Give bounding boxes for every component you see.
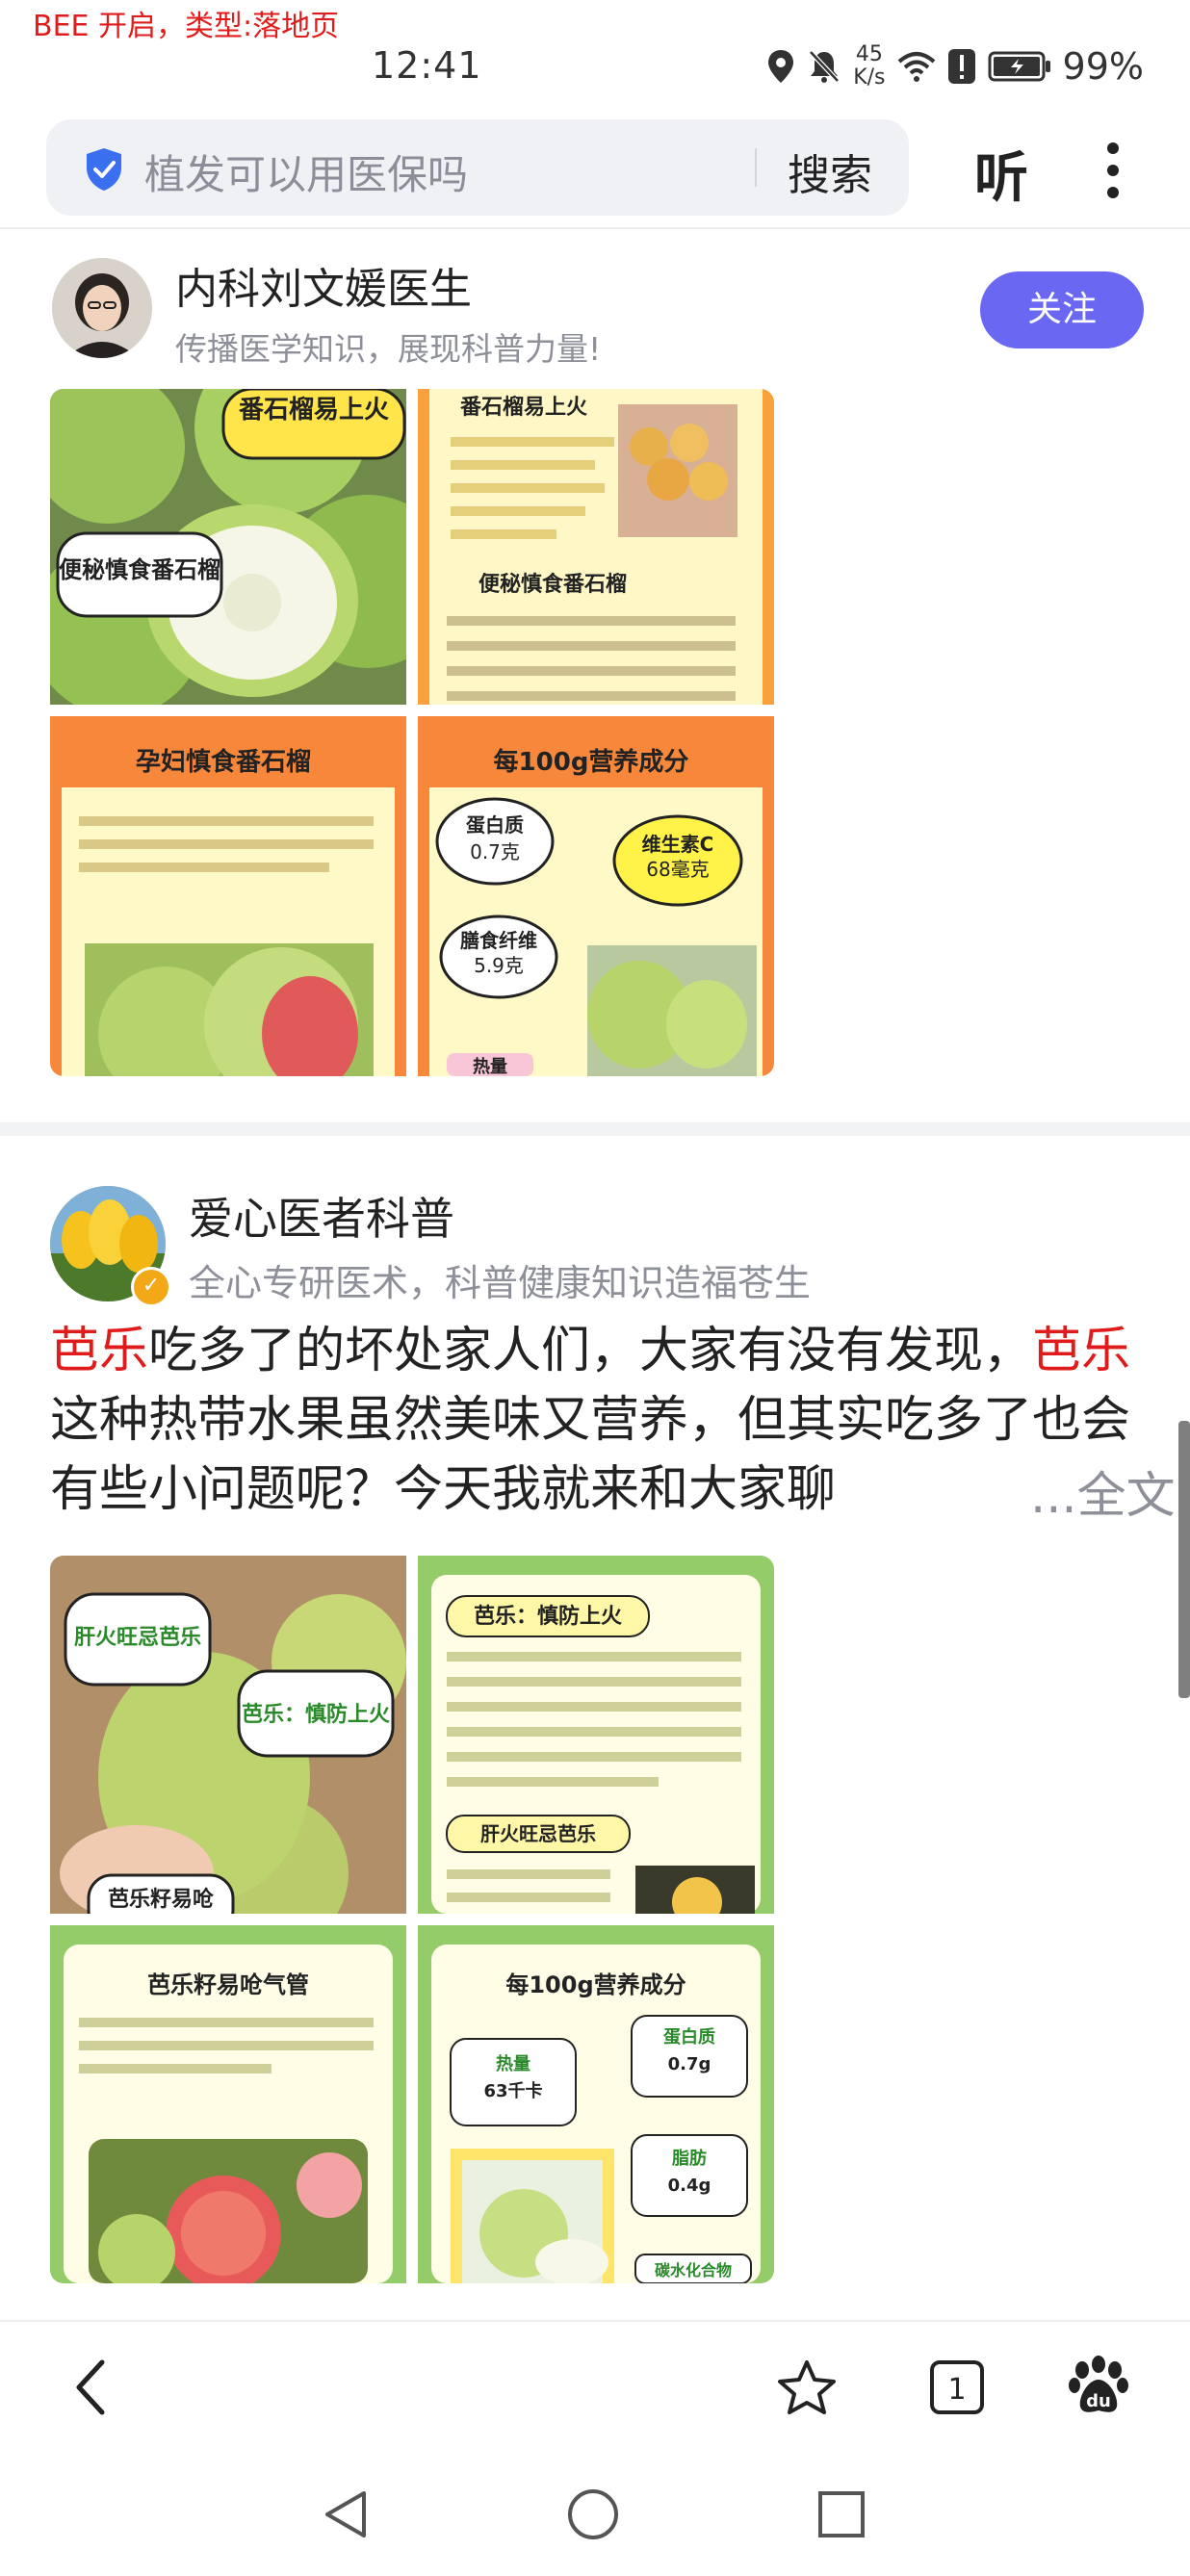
location-icon <box>768 50 794 83</box>
nutrient-value: 0.4g <box>668 2176 711 2196</box>
svg-text:1: 1 <box>947 2373 966 2407</box>
divider <box>0 1122 1190 1136</box>
more-vertical-icon[interactable] <box>1105 141 1121 200</box>
post-image[interactable]: 番石榴易上火 便秘慎食番石榴 <box>418 389 774 705</box>
nutrient-label: 热量 <box>473 1056 507 1076</box>
author-name[interactable]: 爱心医者科普 <box>189 1184 454 1248</box>
nutrient-label: 维生素C <box>642 833 714 856</box>
nutrient-label: 蛋白质 <box>663 2026 715 2048</box>
keyword[interactable]: 芭乐 <box>1032 1323 1130 1379</box>
svg-text:du: du <box>1086 2391 1111 2411</box>
post-image[interactable]: 每100g营养成分 热量 63千卡 蛋白质 0.7g 脂肪 0.4g 碳水化合物 <box>418 1925 774 2283</box>
card-title: 芭乐：慎防上火 <box>474 1605 622 1629</box>
debug-label: BEE 开启，类型:落地页 <box>33 10 340 43</box>
post-image[interactable]: 每100g营养成分 蛋白质 0.7克 维生素C 68毫克 膳食纤维 5.9克 热… <box>418 716 774 1076</box>
back-arrow-icon[interactable] <box>71 2358 110 2416</box>
network-speed: 45 K/s <box>853 42 886 90</box>
nutrient-label: 脂肪 <box>672 2148 707 2169</box>
nutrient-value: 0.7g <box>668 2054 711 2074</box>
card-title: 每100g营养成分 <box>505 1971 686 1998</box>
divider <box>755 148 757 187</box>
card-title: 孕妇慎食番石榴 <box>136 747 311 777</box>
image-tag: 芭乐籽易呛 <box>108 1887 214 1912</box>
nutrient-value: 63千卡 <box>483 2080 542 2101</box>
listen-button[interactable]: 听 <box>974 135 1028 213</box>
image-tag: 番石榴易上火 <box>239 396 389 425</box>
nutrient-value: 68毫克 <box>646 858 709 881</box>
nav-back-icon[interactable] <box>322 2487 370 2541</box>
battery-level: 99% <box>1062 45 1144 88</box>
scrollbar[interactable] <box>1178 1421 1190 1698</box>
author-description: 传播医学知识，展现科普力量! <box>175 330 602 368</box>
nutrient-label: 碳水化合物 <box>655 2261 732 2280</box>
mute-bell-icon <box>809 50 841 83</box>
follow-button[interactable]: 关注 <box>980 271 1144 348</box>
keyword[interactable]: 芭乐 <box>50 1323 148 1379</box>
nutrient-value: 0.7克 <box>470 840 520 863</box>
nutrient-label: 热量 <box>496 2053 530 2074</box>
card-section: 便秘慎食番石榴 <box>479 572 627 597</box>
post-text[interactable]: 芭乐吃多了的坏处家人们，大家有没有发现，芭乐这种热带水果虽然美味又营养，但其实吃… <box>50 1317 1144 1525</box>
battery-icon <box>988 51 1050 82</box>
expand-full-text-link[interactable]: ...全文 <box>1001 1455 1176 1527</box>
nav-home-icon[interactable] <box>566 2487 620 2541</box>
card-title: 番石榴易上火 <box>459 396 587 420</box>
image-tag: 便秘慎食番石榴 <box>59 556 220 583</box>
card-section: 肝火旺忌芭乐 <box>480 1822 596 1845</box>
image-tag: 肝火旺忌芭乐 <box>74 1626 201 1650</box>
nutrient-label: 蛋白质 <box>466 813 524 837</box>
star-favorite-icon[interactable] <box>776 2358 838 2416</box>
author-description: 全心专研医术，科普健康知识造福苍生 <box>189 1262 812 1304</box>
verified-icon: ✓ <box>131 1267 171 1307</box>
search-button[interactable]: 搜索 <box>788 141 872 202</box>
post-image[interactable]: 芭乐：慎防上火 肝火旺忌芭乐 <box>418 1556 774 1914</box>
image-tag: 芭乐：慎防上火 <box>242 1703 390 1727</box>
wifi-icon <box>897 52 935 82</box>
post-image[interactable]: 肝火旺忌芭乐 芭乐：慎防上火 芭乐籽易呛 <box>50 1556 406 1914</box>
post-image[interactable]: 孕妇慎食番石榴 <box>50 716 406 1076</box>
nutrient-label: 膳食纤维 <box>460 929 537 952</box>
clock: 12:41 <box>372 44 482 87</box>
nutrient-value: 5.9克 <box>474 954 524 977</box>
divider <box>0 227 1190 229</box>
post-image[interactable]: 番石榴易上火 便秘慎食番石榴 <box>50 389 406 705</box>
card-title: 芭乐籽易呛气管 <box>147 1971 309 1998</box>
status-icons: 45 K/s 99% <box>766 35 1144 98</box>
search-input[interactable]: 植发可以用医保吗 <box>144 142 468 201</box>
nav-recents-icon[interactable] <box>816 2489 867 2539</box>
shield-check-icon <box>87 148 121 191</box>
system-navigation-bar <box>0 2451 1190 2576</box>
baidu-paw-icon[interactable]: du <box>1067 2355 1130 2418</box>
alert-icon <box>947 49 975 84</box>
card-title: 每100g营养成分 <box>494 747 689 777</box>
tabs-icon[interactable]: 1 <box>928 2358 986 2416</box>
avatar[interactable] <box>52 258 152 358</box>
bottom-toolbar: 1 du <box>0 2320 1190 2453</box>
post-image[interactable]: 芭乐籽易呛气管 <box>50 1925 406 2283</box>
author-name[interactable]: 内科刘文媛医生 <box>175 254 472 316</box>
